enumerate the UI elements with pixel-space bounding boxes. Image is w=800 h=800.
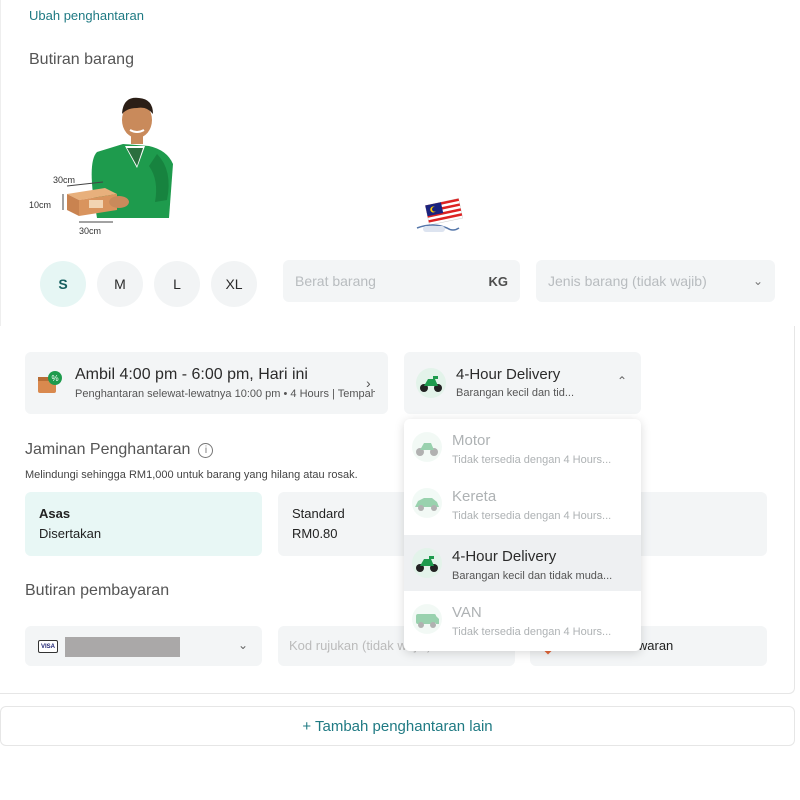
visa-card-icon: VISA: [38, 640, 58, 653]
motorbike-icon: [412, 432, 442, 462]
size-option-s[interactable]: S: [40, 261, 86, 307]
option-desc: Tidak tersedia dengan 4 Hours...: [452, 454, 612, 466]
item-details-title: Butiran barang: [29, 51, 134, 68]
delivery-option-van[interactable]: VAN Tidak tersedia dengan 4 Hours...: [404, 591, 641, 647]
item-details-card: Ubah penghantaran Butiran barang 30cm 10…: [0, 0, 800, 326]
delivery-option-kereta[interactable]: Kereta Tidak tersedia dengan 4 Hours...: [404, 475, 641, 531]
option-desc: Barangan kecil dan tidak muda...: [452, 570, 613, 582]
weight-input[interactable]: Berat barang KG: [283, 260, 520, 302]
size-option-m[interactable]: M: [97, 261, 143, 307]
discount-box-icon: %: [38, 371, 62, 393]
chevron-up-icon: ⌃: [617, 374, 628, 388]
delivery-type-dropdown: Motor Tidak tersedia dengan 4 Hours... K…: [404, 419, 641, 651]
chevron-down-icon: ⌄: [238, 638, 249, 652]
card-number-redacted: [65, 637, 180, 657]
car-icon: [412, 488, 442, 518]
svg-text:%: %: [52, 374, 59, 383]
weight-unit-label: KG: [488, 273, 509, 289]
chevron-down-icon: ⌄: [752, 274, 763, 288]
option-name: Motor: [452, 432, 491, 449]
size-option-xl[interactable]: XL: [211, 261, 257, 307]
item-type-select[interactable]: Jenis barang (tidak wajib) ⌄: [536, 260, 775, 302]
dimension-height-label: 10cm: [29, 200, 51, 210]
dimension-width-label: 30cm: [53, 175, 75, 185]
add-delivery-button[interactable]: + Tambah penghantaran lain: [0, 706, 795, 746]
van-icon: [412, 604, 442, 634]
dimension-depth-label: 30cm: [79, 226, 101, 236]
delivery-type-title: 4-Hour Delivery: [456, 366, 561, 383]
pickup-time-title: Ambil 4:00 pm - 6:00 pm, Hari ini: [75, 366, 308, 383]
info-icon[interactable]: i: [198, 442, 214, 458]
payment-title: Butiran pembayaran: [25, 582, 170, 599]
plan-name: Asas: [39, 506, 71, 521]
guarantee-plan-asas[interactable]: Asas Disertakan: [25, 492, 262, 556]
courier-illustration: 30cm 10cm 30cm: [29, 97, 173, 236]
change-delivery-link[interactable]: Ubah penghantaran: [29, 8, 144, 23]
guarantee-description: Melindungi sehingga RM1,000 untuk barang…: [25, 469, 358, 481]
malaysia-flag-icon: [416, 198, 463, 232]
item-type-placeholder: Jenis barang (tidak wajib): [548, 273, 707, 289]
motorbike-icon: [412, 548, 442, 578]
plan-value: Disertakan: [39, 526, 102, 541]
booking-page: Ubah penghantaran Butiran barang 30cm 10…: [0, 0, 800, 800]
chevron-right-icon: ›: [366, 375, 371, 391]
delivery-type-selector[interactable]: 4-Hour Delivery Barangan kecil dan tid..…: [404, 352, 641, 414]
size-option-l[interactable]: L: [154, 261, 200, 307]
option-desc: Tidak tersedia dengan 4 Hours...: [452, 510, 612, 522]
motorbike-icon: [416, 368, 446, 398]
payment-card-select[interactable]: VISA ⌄: [25, 626, 262, 666]
option-name: 4-Hour Delivery: [452, 548, 557, 565]
option-desc: Tidak tersedia dengan 4 Hours...: [452, 626, 612, 638]
delivery-option-4-hour[interactable]: 4-Hour Delivery Barangan kecil dan tidak…: [404, 535, 641, 591]
option-name: Kereta: [452, 488, 497, 505]
guarantee-title-row: Jaminan Penghantaran i: [25, 441, 214, 459]
delivery-type-subtitle: Barangan kecil dan tid...: [456, 387, 575, 399]
guarantee-title: Jaminan Penghantaran: [25, 441, 191, 458]
option-name: VAN: [452, 604, 482, 621]
delivery-option-motor[interactable]: Motor Tidak tersedia dengan 4 Hours...: [404, 419, 641, 475]
pickup-time-subtitle: Penghantaran selewat-lewatnya 10:00 pm •…: [75, 388, 375, 400]
weight-placeholder: Berat barang: [295, 273, 376, 289]
pickup-time-selector[interactable]: % Ambil 4:00 pm - 6:00 pm, Hari ini Peng…: [25, 352, 388, 414]
